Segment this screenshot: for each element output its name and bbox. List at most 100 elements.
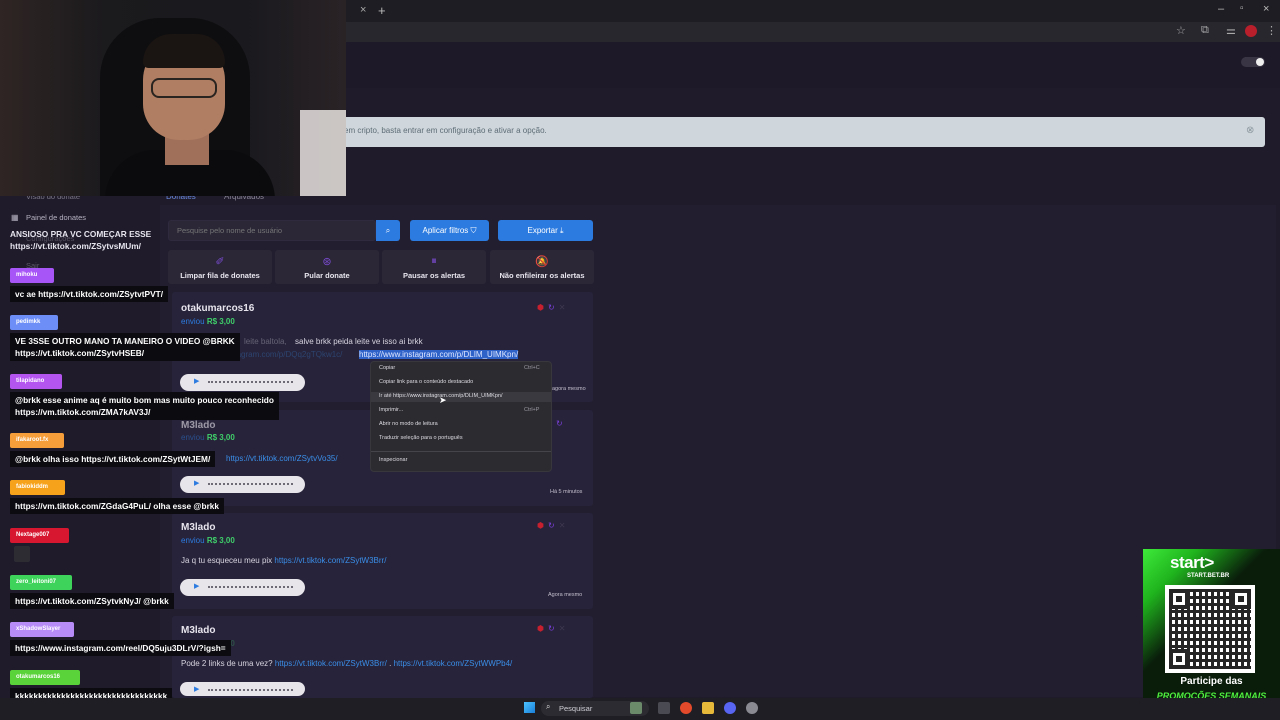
replay-icon[interactable]: ↻: [548, 303, 559, 312]
file-explorer-icon[interactable]: [702, 702, 714, 714]
context-menu-inspect[interactable]: Inspecionar: [379, 457, 407, 463]
audio-player[interactable]: ▶: [180, 374, 305, 391]
context-menu-print[interactable]: Imprimir...: [379, 407, 403, 413]
qr-code: [1165, 585, 1255, 673]
audio-player[interactable]: ▶: [180, 682, 305, 696]
shortcut-label: Ctrl+C: [524, 365, 540, 371]
donate-icons: ⬢↻✕: [537, 303, 569, 312]
delete-icon[interactable]: ⬢: [537, 521, 548, 530]
chat-message: https://vt.tiktok.com/ZSytvkNyJ/ @brkk: [10, 593, 174, 609]
banner-close-icon[interactable]: ⊗: [1246, 125, 1254, 136]
chat-message: vc ae https://vt.tiktok.com/ZSytvtPVT/: [10, 286, 168, 302]
donate-message: salve brkk peida leite ve isso ai brkk: [295, 337, 423, 346]
minimize-icon[interactable]: –: [1218, 3, 1224, 15]
profile-avatar[interactable]: [1245, 25, 1257, 37]
donate-username: M3lado: [181, 522, 216, 533]
donate-amount: enviou R$ 3,00: [181, 433, 235, 442]
delete-icon[interactable]: ⬢: [537, 624, 548, 633]
bell-off-icon: 🔕: [535, 256, 549, 268]
donate-username: M3lado: [181, 625, 216, 636]
context-menu-copy[interactable]: Copiar: [379, 365, 395, 371]
donate-link[interactable]: https://vt.tiktok.com/ZSytvVo35/: [226, 454, 338, 463]
search-input[interactable]: [168, 220, 376, 241]
donate-message: Pode 2 links de uma vez? https://vt.tikt…: [181, 659, 512, 668]
search-icon: ⌕: [385, 226, 391, 235]
shortcut-label: Ctrl+P: [524, 407, 540, 413]
action-label: Pausar os alertas: [402, 271, 466, 280]
context-menu: [370, 361, 552, 472]
donate-link[interactable]: https://vt.tiktok.com/ZSytW3Brr/: [275, 659, 387, 668]
clear-queue-button[interactable]: ✐ Limpar fila de donates: [168, 250, 272, 284]
broom-icon: ✐: [215, 256, 225, 268]
archive-icon[interactable]: ✕: [559, 624, 570, 633]
donate-message-text: Pode 2 links de uma vez?: [181, 659, 273, 668]
discord-icon[interactable]: [724, 702, 736, 714]
donate-message-text: Ja q tu esqueceu meu pix: [181, 556, 273, 565]
context-menu-translate[interactable]: Traduzir seleção para o português: [379, 435, 463, 441]
donate-time: Há 5 minutos: [550, 489, 583, 495]
chat-username: otakumarcos16: [10, 670, 80, 685]
action-label: Não enfileirar os alertas: [499, 271, 585, 280]
action-label: Pular donate: [304, 271, 350, 280]
task-view-icon[interactable]: [658, 702, 670, 714]
browser-menu-icon[interactable]: ⋮: [1266, 24, 1277, 37]
webcam-light: [300, 110, 346, 196]
export-button[interactable]: Exportar ⤓: [498, 220, 593, 241]
chat-message: @brkk olha isso https://vt.tiktok.com/ZS…: [10, 451, 216, 467]
donate-prefix: enviou: [181, 433, 205, 442]
donate-icons: ⬢↻✕: [537, 521, 569, 530]
donate-message: Ja q tu esqueceu meu pix https://vt.tikt…: [181, 556, 386, 565]
chat-message: https://vm.tiktok.com/ZGdaG4PuL/ olha es…: [10, 498, 225, 514]
donate-link[interactable]: https://vt.tiktok.com/ZSytW3Brr/: [274, 556, 386, 565]
chat-sticker-image: [14, 546, 30, 562]
donate-prefix: enviou: [181, 536, 205, 545]
maximize-icon[interactable]: ▫: [1240, 3, 1244, 14]
apply-filters-button[interactable]: Aplicar filtros ⛉: [410, 220, 489, 241]
windows-start-icon[interactable]: [524, 702, 535, 713]
chat-username: zero_leitoni07: [10, 575, 72, 590]
replay-icon[interactable]: ↻: [548, 521, 559, 530]
donate-username: otakumarcos16: [181, 303, 255, 314]
webcam-overlay: [0, 0, 346, 196]
play-icon[interactable]: ▶: [194, 377, 199, 385]
tab-close-icon[interactable]: ×: [360, 4, 366, 16]
donate-icons: ⬢↻✕: [537, 624, 569, 633]
play-icon[interactable]: ▶: [194, 479, 199, 487]
no-queue-alerts-button[interactable]: 🔕 Não enfileirar os alertas: [490, 250, 594, 284]
extensions-icon[interactable]: ⧉: [1201, 24, 1209, 37]
chat-username: mihoku: [10, 268, 54, 283]
donate-link-selected[interactable]: https://www.instagram.com/p/DLIM_UIMKpn/: [359, 350, 519, 359]
donate-link[interactable]: https://vt.tiktok.com/ZSytWWPb4/: [394, 659, 513, 668]
play-icon[interactable]: ▶: [194, 685, 199, 693]
archive-icon[interactable]: ✕: [559, 521, 570, 530]
chat-message-top: ANSIOSO PRA VC COMEÇAR ESSE https://vt.t…: [10, 229, 152, 251]
banner-text: em cripto, basta entrar em configuração …: [344, 126, 547, 135]
donate-message-faded: leite baltola,: [244, 337, 287, 346]
replay-icon[interactable]: ↻: [548, 624, 559, 633]
widgets-icon[interactable]: [630, 702, 642, 714]
donate-time: agora mesmo: [552, 386, 586, 392]
context-menu-reader[interactable]: Abrir no modo de leitura: [379, 421, 438, 427]
play-icon[interactable]: ▶: [194, 582, 199, 590]
delete-icon[interactable]: ⬢: [537, 303, 548, 312]
audio-player[interactable]: ▶: [180, 579, 305, 596]
skip-icon: ⊛: [322, 256, 332, 268]
star-icon[interactable]: ☆: [1176, 24, 1186, 37]
search-button[interactable]: ⌕: [376, 220, 400, 241]
window-close-icon[interactable]: ×: [1263, 3, 1269, 15]
settings-icon[interactable]: [746, 702, 758, 714]
chat-username: pedimkk: [10, 315, 58, 330]
audio-player[interactable]: ▶: [180, 476, 305, 493]
replay-icon[interactable]: ↻: [556, 419, 567, 428]
new-tab-icon[interactable]: +: [378, 3, 386, 18]
chrome-icon[interactable]: [680, 702, 692, 714]
context-menu-copy-link[interactable]: Copiar link para o conteúdo destacado: [379, 379, 473, 385]
skip-donate-button[interactable]: ⊛ Pular donate: [275, 250, 379, 284]
sidebar-item-painel[interactable]: Painel de donates: [26, 213, 86, 222]
donate-time: Agora mesmo: [548, 592, 583, 598]
promo-logo: start>: [1170, 553, 1214, 572]
archive-icon[interactable]: ✕: [559, 303, 570, 312]
side-panel-icon[interactable]: ⚌: [1226, 24, 1236, 37]
theme-toggle[interactable]: [1241, 57, 1265, 67]
pause-alerts-button[interactable]: ⏸ Pausar os alertas: [382, 250, 486, 284]
